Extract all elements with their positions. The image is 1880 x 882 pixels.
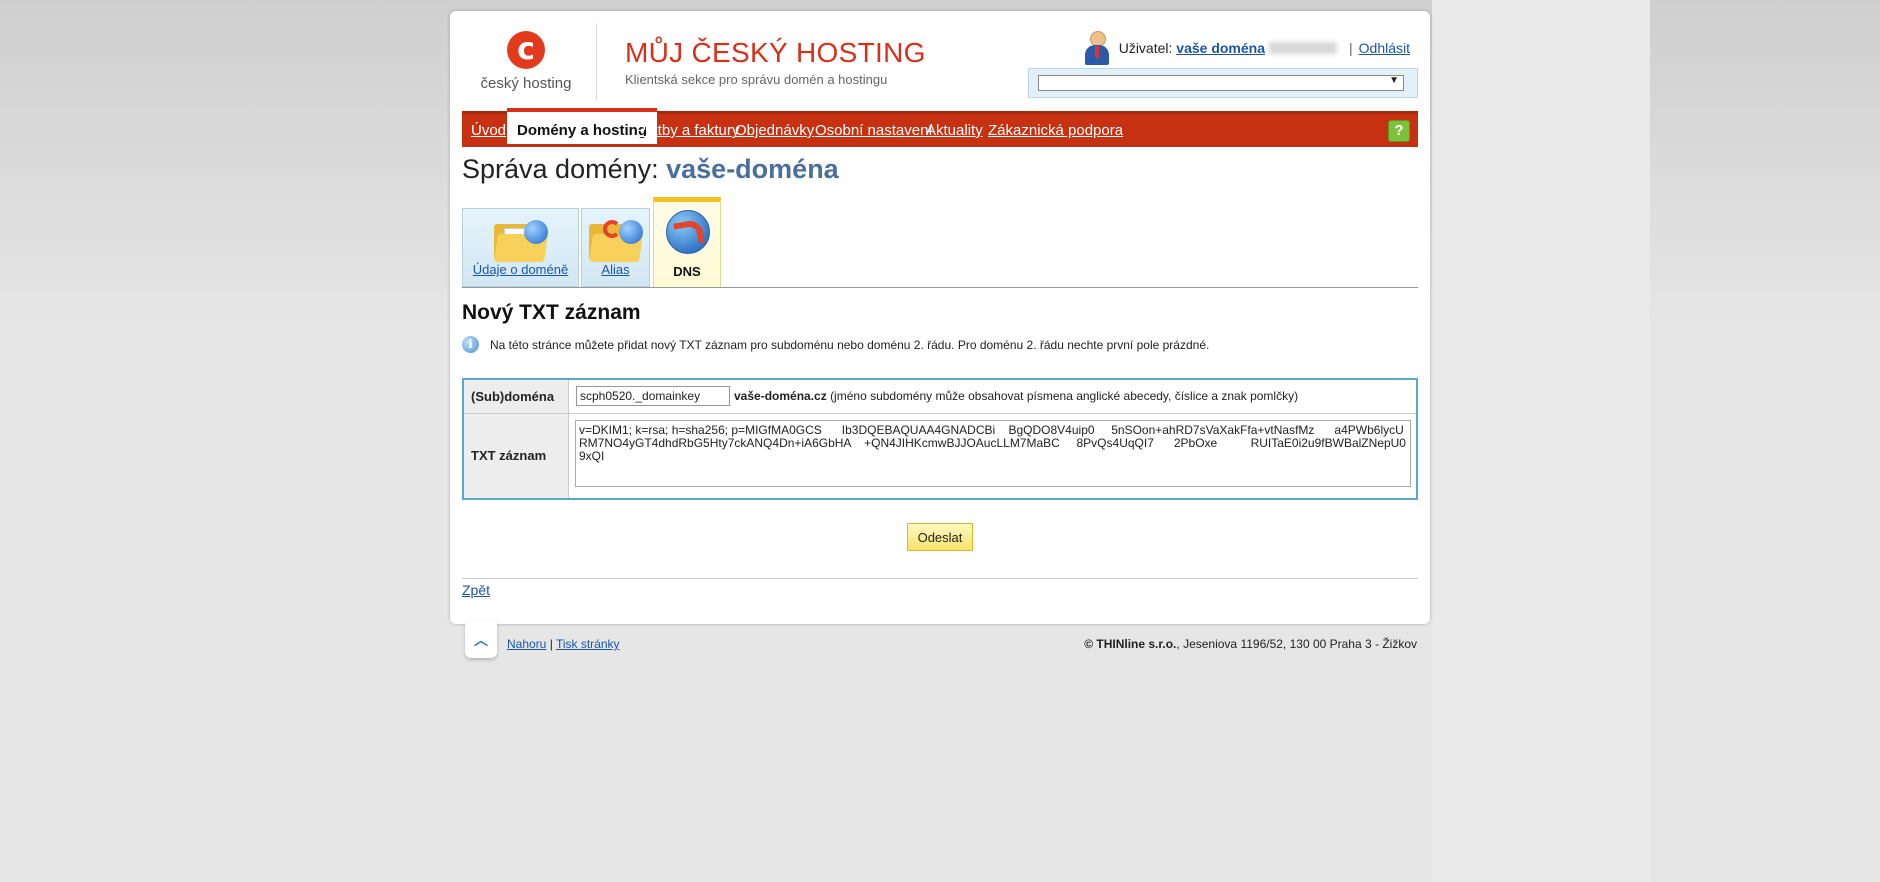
user-icon [1084, 31, 1109, 65]
back-link[interactable]: Zpět [462, 582, 490, 598]
tabs-divider [462, 287, 1418, 288]
dns-globe-icon [666, 210, 710, 254]
footer-top-link[interactable]: Nahoru [507, 637, 546, 651]
domain-select-wrap: ▼ [1028, 68, 1418, 98]
footer-separator: | [549, 637, 553, 651]
txt-value-textarea[interactable]: v=DKIM1; k=rsa; h=sha256; p=MIGfMA0GCS I… [575, 420, 1411, 487]
chevron-down-icon: ▼ [1389, 75, 1399, 86]
nav-item-aktuality[interactable]: Aktuality [926, 122, 983, 139]
page-title: Správa domény: vaše-doména [462, 154, 839, 185]
txt-row: TXT záznam v=DKIM1; k=rsa; h=sha256; p=M… [464, 414, 1416, 498]
domain-suffix: vaše-doména.cz [734, 389, 827, 403]
logo-text: český hosting [480, 75, 572, 92]
nav-item-domeny[interactable]: Domény a hosting [507, 108, 658, 144]
logout-link[interactable]: Odhlásit [1359, 40, 1410, 56]
info-text: Na této stránce můžete přidat nový TXT z… [490, 337, 1210, 352]
page-title-domain: vaše-doména [666, 154, 839, 184]
nav-item-platby[interactable]: Platby a faktury [636, 122, 739, 139]
separator: | [1349, 40, 1353, 56]
logo[interactable]: c český hosting [478, 31, 574, 103]
submit-button[interactable]: Odeslat [907, 523, 973, 551]
section-title: Nový TXT záznam [462, 301, 641, 324]
user-name-link[interactable]: vaše doména [1176, 40, 1265, 56]
alias-folder-icon [588, 220, 643, 262]
main-nav: Úvod Domény a hosting Platby a faktury O… [462, 108, 1418, 147]
subdomain-suffix: vaše-doména.cz (jméno subdomény může obs… [734, 389, 1298, 403]
tab-udaje[interactable]: Údaje o doméně [462, 208, 579, 287]
footer-print-link[interactable]: Tisk stránky [556, 637, 620, 651]
header-divider [596, 23, 597, 101]
footer-links: Nahoru | Tisk stránky [507, 637, 620, 651]
scroll-top-button[interactable]: ︿ [465, 620, 497, 658]
nav-item-objednavky[interactable]: Objednávky [735, 122, 814, 139]
subdomain-label: (Sub)doména [464, 380, 569, 413]
tab-dns[interactable]: DNS [653, 197, 721, 288]
info-icon: i [462, 336, 479, 353]
domain-select[interactable]: ▼ [1038, 75, 1404, 91]
user-box: Uživatel: vaše doména | Odhlásit [1084, 31, 1410, 65]
nav-item-uvod[interactable]: Úvod [471, 122, 506, 139]
tab-dns-label: DNS [673, 264, 701, 279]
help-icon[interactable]: ? [1388, 120, 1410, 142]
footer-company: © THINline s.r.o. [1084, 637, 1177, 651]
chevron-up-icon: ︿ [474, 632, 488, 648]
tab-udaje-label: Údaje o doméně [472, 262, 569, 277]
txt-label: TXT záznam [464, 414, 569, 498]
main-page: c český hosting MŮJ ČESKÝ HOSTING Klient… [450, 11, 1430, 624]
subdomain-hint: (jméno subdomény může obsahovat písmena … [830, 389, 1299, 403]
tab-alias-label: Alias [601, 262, 630, 277]
page-title-prefix: Správa domény: [462, 154, 659, 184]
footer-address: , Jeseniova 1196/52, 130 00 Praha 3 - Ži… [1176, 637, 1417, 651]
user-id-redacted [1269, 42, 1337, 54]
bottom-divider [462, 578, 1418, 579]
site-subtitle: Klientská sekce pro správu domén a hosti… [625, 72, 888, 87]
txt-record-form: (Sub)doména vaše-doména.cz (jméno subdom… [462, 378, 1418, 500]
user-label: Uživatel: [1118, 40, 1173, 56]
subdomain-input[interactable] [576, 386, 730, 406]
nav-item-podpora[interactable]: Zákaznická podpora [988, 122, 1123, 139]
nav-item-osobni[interactable]: Osobní nastavení [815, 122, 933, 139]
subdomain-row: (Sub)doména vaše-doména.cz (jméno subdom… [464, 380, 1416, 414]
footer-copyright: © THINline s.r.o., Jeseniova 1196/52, 13… [1084, 637, 1417, 651]
logo-icon: c [507, 31, 545, 69]
right-background-panel [1432, 0, 1650, 882]
info-message: i Na této stránce můžete přidat nový TXT… [462, 336, 1209, 353]
folder-icon [493, 220, 548, 262]
tab-alias[interactable]: Alias [581, 208, 650, 287]
site-title: MŮJ ČESKÝ HOSTING [625, 37, 926, 68]
